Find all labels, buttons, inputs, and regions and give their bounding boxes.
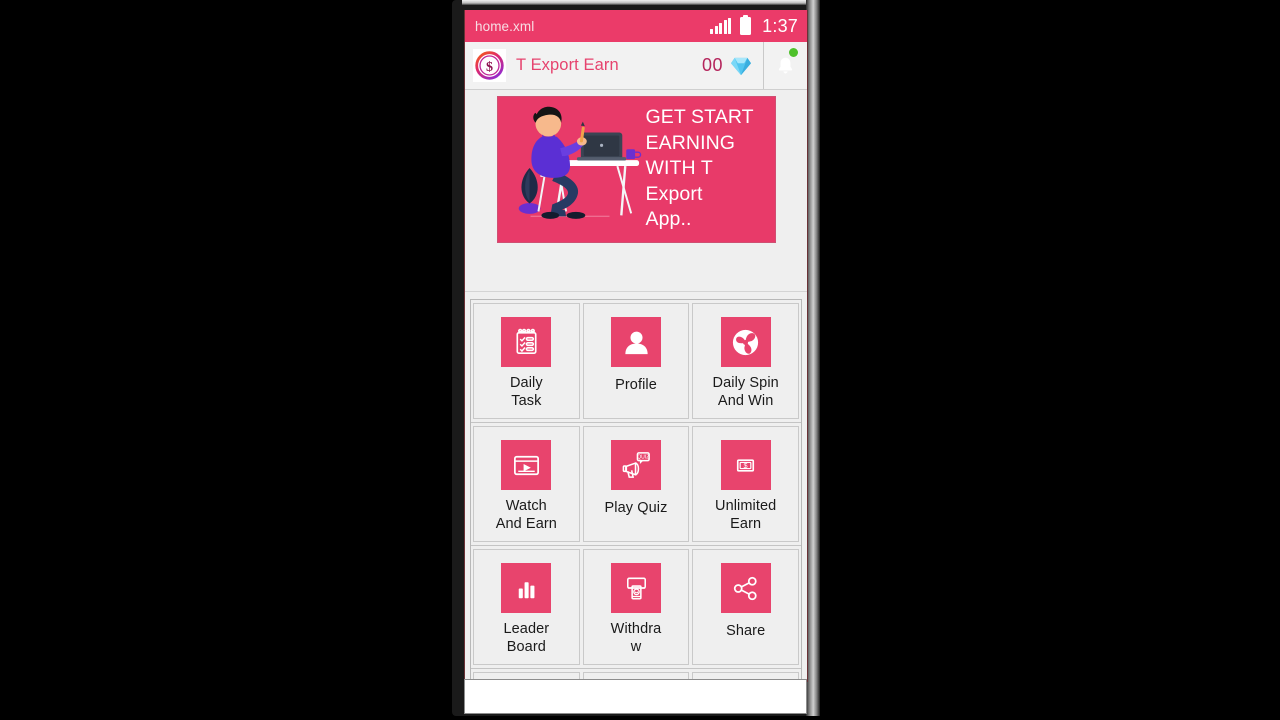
- svg-text:$: $: [486, 60, 493, 75]
- tile-label-line1: Daily: [509, 375, 543, 391]
- status-bar-file-name: home.xml: [475, 18, 535, 34]
- coin-count-value: 00: [701, 55, 723, 75]
- promo-line-3: WITH T: [645, 157, 713, 179]
- video-play-icon: [501, 440, 552, 490]
- phone-device-frame: home.xml 1:37 $ T Export Earn 00 GET STA…: [452, 0, 820, 716]
- feature-grid: Daily Task Profile Daily Spin And Win Wa…: [470, 299, 802, 682]
- notification-bell-button[interactable]: [763, 42, 807, 89]
- tile-label-line1: Share: [726, 623, 766, 639]
- tile-label: Unlimited Earn: [715, 497, 776, 533]
- coin-balance[interactable]: 00: [702, 55, 763, 76]
- promo-line-4: Export: [645, 182, 703, 205]
- tile-label-line1: Profile: [615, 377, 657, 393]
- spinner-wheel-icon: [720, 317, 771, 367]
- screenshot-stage: home.xml 1:37 $ T Export Earn 00 GET STA…: [0, 0, 1280, 720]
- person-at-desk-with-laptop-illustration: [498, 97, 644, 242]
- tile-label-line1: Leader: [503, 621, 550, 637]
- tile-label: Daily Spin And Win: [713, 374, 779, 410]
- megaphone-quiz-icon: QUIZ: [611, 440, 661, 490]
- notification-bell-icon: [775, 55, 796, 77]
- tile-label: Play Quiz: [605, 499, 668, 517]
- tile-label-line2: w: [630, 639, 642, 655]
- user-person-icon: [611, 317, 661, 367]
- tile-label: Withdra w: [611, 620, 662, 656]
- phone-top-bezel: [462, 0, 806, 5]
- tile-label: Leader Board: [503, 620, 549, 656]
- tile-daily-spin-and-win[interactable]: Daily Spin And Win: [692, 303, 800, 419]
- tile-label-line2: Board: [506, 639, 546, 655]
- tile-label: Profile: [615, 376, 657, 394]
- tile-label-line2: And Win: [717, 393, 774, 409]
- svg-text:$: $: [744, 461, 748, 470]
- status-bar: home.xml 1:37: [465, 10, 807, 42]
- tile-label-line1: Daily Spin: [712, 375, 779, 391]
- feature-grid-row: Watch And Earn QUIZ Play Quiz $ Unlimite…: [471, 423, 801, 546]
- battery-icon: [740, 14, 752, 35]
- share-nodes-icon: [720, 563, 771, 613]
- dollar-circle-logo-icon: $: [473, 49, 506, 82]
- tile-play-quiz[interactable]: QUIZ Play Quiz: [582, 426, 690, 542]
- promo-banner-region: GET START EARNING WITH T Export App..: [465, 90, 807, 292]
- money-bill-icon: $: [720, 440, 771, 490]
- atm-withdraw-icon: [611, 563, 661, 613]
- tile-label: Watch And Earn: [496, 497, 557, 533]
- phone-screen: home.xml 1:37 $ T Export Earn 00 GET STA…: [464, 10, 808, 682]
- notification-badge-dot: [789, 48, 798, 57]
- tile-watch-and-earn[interactable]: Watch And Earn: [473, 426, 580, 542]
- diamond-gem-icon: [730, 56, 752, 76]
- editor-bottom-strip: [464, 679, 807, 714]
- tile-daily-task[interactable]: Daily Task: [473, 303, 580, 419]
- bar-chart-icon: [501, 563, 552, 613]
- tile-label: Share: [726, 622, 765, 640]
- tile-label-line2: And Earn: [495, 516, 557, 532]
- tile-withdraw[interactable]: Withdra w: [582, 549, 690, 665]
- feature-grid-row: Leader Board Withdra w Share: [471, 546, 801, 669]
- tile-unlimited-earn[interactable]: $ Unlimited Earn: [692, 426, 800, 542]
- phone-right-bezel: [806, 0, 820, 716]
- signal-bars-icon: [710, 17, 732, 34]
- tile-label-line2: Earn: [730, 516, 762, 532]
- tile-label: Daily Task: [510, 374, 543, 410]
- checklist-clipboard-icon: [501, 317, 552, 367]
- svg-text:QUIZ: QUIZ: [637, 454, 649, 460]
- promo-line-5: App..: [645, 208, 692, 230]
- tile-label-line2: Task: [511, 393, 542, 409]
- tile-leader-board[interactable]: Leader Board: [473, 549, 580, 665]
- tile-label-line1: Withdra: [610, 621, 662, 637]
- promo-banner-text: GET START EARNING WITH T Export App..: [644, 97, 775, 242]
- promo-line-2: EARNING: [645, 131, 736, 154]
- feature-grid-row: Daily Task Profile Daily Spin And Win: [471, 300, 801, 423]
- promo-banner[interactable]: GET START EARNING WITH T Export App..: [496, 96, 776, 243]
- tile-share[interactable]: Share: [692, 549, 800, 665]
- status-bar-time: 1:37: [762, 15, 798, 36]
- app-bar-brand: $ T Export Earn 00: [465, 42, 763, 89]
- tile-label-line1: Watch: [505, 498, 547, 514]
- tile-label-line1: Play Quiz: [604, 500, 668, 516]
- tile-label-line1: Unlimited: [715, 498, 777, 514]
- promo-line-1: GET START: [645, 106, 754, 128]
- app-title: T Export Earn: [516, 56, 619, 74]
- tile-profile[interactable]: Profile: [582, 303, 690, 419]
- app-bar: $ T Export Earn 00: [465, 42, 807, 90]
